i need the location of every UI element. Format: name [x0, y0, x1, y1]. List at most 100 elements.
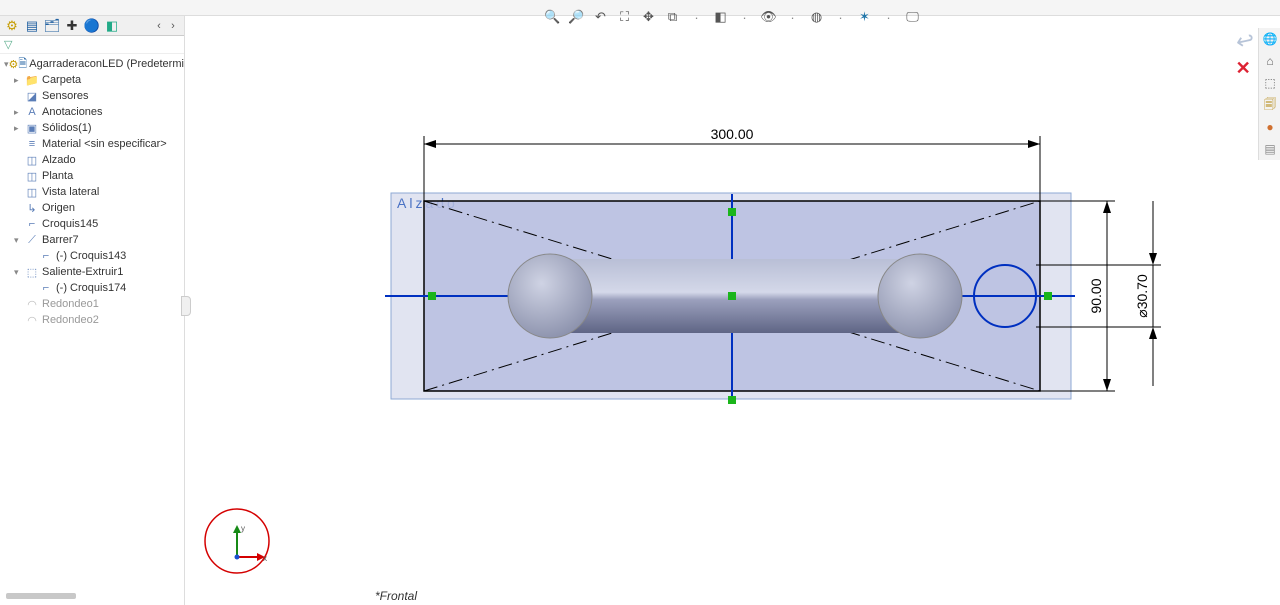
feature-icon: ◫ — [24, 170, 40, 183]
tree-item[interactable]: ⌐(-) Croquis143 — [0, 248, 184, 264]
tree-item-label: Croquis145 — [40, 218, 98, 230]
swept-endcap-left — [508, 254, 592, 338]
hide-show-icon[interactable]: 👁 — [760, 8, 778, 26]
feature-icon: A — [24, 106, 40, 118]
tree-item[interactable]: ◫Vista lateral — [0, 184, 184, 200]
tree-item[interactable]: ▸📁Carpeta — [0, 72, 184, 88]
feature-icon: ⬚ — [24, 266, 40, 279]
box-icon[interactable]: ⬚ — [1261, 74, 1279, 92]
tree-root[interactable]: ▾ ⚙ 🗎 AgarraderaconLED (Predeterminado — [0, 56, 184, 72]
chevron-icon[interactable]: ▾ — [14, 235, 24, 246]
feature-icon: ▣ — [24, 122, 40, 135]
view-triad[interactable]: y x — [203, 507, 271, 575]
tree-item-label: Saliente-Extruir1 — [40, 266, 123, 278]
dynamic-zoom-icon[interactable]: ✥ — [640, 8, 658, 26]
feature-icon: ≡ — [24, 138, 40, 150]
dimxpert-tab-icon[interactable]: ✚ — [64, 18, 80, 34]
tree-item[interactable]: ↳Origen — [0, 200, 184, 216]
tree-item[interactable]: ◫Planta — [0, 168, 184, 184]
apply-scene-icon[interactable]: ✶ — [856, 8, 874, 26]
feature-icon: 📁 — [24, 74, 40, 87]
edit-appearance-icon[interactable]: ◍ — [808, 8, 826, 26]
tree-root-label: AgarraderaconLED (Predeterminado — [27, 58, 184, 70]
tree-item-label: (-) Croquis143 — [54, 250, 126, 262]
chevron-icon[interactable]: ▾ — [14, 267, 24, 278]
feature-tree-panel: ⚙ ▤ 🗂 ✚ 🔵 ◧ ‹ › ▽ ▾ ⚙ 🗎 AgarraderaconLED… — [0, 16, 185, 605]
sphere-icon[interactable]: ● — [1261, 118, 1279, 136]
home-icon[interactable]: ⌂ — [1261, 52, 1279, 70]
chevron-icon[interactable]: ▸ — [14, 75, 24, 86]
handle-right[interactable] — [1044, 292, 1052, 300]
view-settings-icon[interactable]: 🖵 — [904, 8, 922, 26]
status-view-name: *Frontal — [375, 589, 417, 603]
splitter-handle[interactable] — [181, 296, 191, 316]
tree-item[interactable]: ◠Redondeo2 — [0, 312, 184, 328]
dimension-width[interactable]: 300.00 — [424, 126, 1040, 201]
tree-item-label: Sensores — [40, 90, 88, 102]
feature-icon: ⟋ — [24, 234, 40, 247]
tree-item[interactable]: ◪Sensores — [0, 88, 184, 104]
config-manager-tab-icon[interactable]: 🗂 — [44, 18, 60, 34]
accept-sketch-icon[interactable]: ↩ — [1233, 26, 1256, 55]
feature-tree: ▾ ⚙ 🗎 AgarraderaconLED (Predeterminado ▸… — [0, 54, 184, 605]
tree-item-label: Sólidos(1) — [40, 122, 92, 134]
tree-item-label: Planta — [40, 170, 73, 182]
feature-icon: ⌐ — [38, 282, 54, 294]
tree-item[interactable]: ◫Alzado — [0, 152, 184, 168]
task-pane: 🌐 ⌂ ⬚ 🗐 ● ▤ — [1258, 28, 1280, 160]
tree-item-label: Material <sin especificar> — [40, 138, 167, 150]
view-orientation-icon[interactable]: ⧉ — [664, 8, 682, 26]
chevron-icon[interactable]: ▸ — [14, 123, 24, 134]
clipboard-icon[interactable]: 🗐 — [1261, 96, 1279, 114]
tree-item[interactable]: ▸▣Sólidos(1) — [0, 120, 184, 136]
chevron-icon[interactable]: ▸ — [14, 107, 24, 118]
property-manager-tab-icon[interactable]: ▤ — [24, 18, 40, 34]
tabs-next-icon[interactable]: › — [166, 20, 180, 32]
zoom-fit-icon[interactable]: 🔍 — [544, 8, 562, 26]
tree-item-label: Carpeta — [40, 74, 81, 86]
feature-icon: ⌐ — [24, 218, 40, 230]
view-toolbar: 🔍 🔎 ↶ ⛶ ✥ ⧉ · ◧ · 👁 · ◍ · ✶ · 🖵 — [544, 8, 922, 26]
tree-item-label: Alzado — [40, 154, 76, 166]
h-scrollbar[interactable] — [6, 593, 76, 599]
model-view: Alzado — [185, 16, 1280, 605]
handle-bottom[interactable] — [728, 396, 736, 404]
previous-view-icon[interactable]: ↶ — [592, 8, 610, 26]
panel-icon[interactable]: ▤ — [1261, 140, 1279, 158]
graphics-canvas[interactable]: 🔍 🔎 ↶ ⛶ ✥ ⧉ · ◧ · 👁 · ◍ · ✶ · 🖵 ↩ ✕ 🌐 ⌂ … — [185, 16, 1280, 605]
world-icon[interactable]: 🌐 — [1261, 30, 1279, 48]
feature-manager-tab-icon[interactable]: ⚙ — [4, 18, 20, 34]
doc-icon: 🗎 — [18, 55, 27, 74]
filter-row[interactable]: ▽ — [0, 36, 184, 54]
tree-item[interactable]: ⌐(-) Croquis174 — [0, 280, 184, 296]
tree-item[interactable]: ▾⟋Barrer7 — [0, 232, 184, 248]
display-manager-tab-icon[interactable]: 🔵 — [84, 18, 100, 34]
handle-left[interactable] — [428, 292, 436, 300]
tree-item[interactable]: ◠Redondeo1 — [0, 296, 184, 312]
tabs-prev-icon[interactable]: ‹ — [152, 20, 166, 32]
tree-item[interactable]: ≡Material <sin especificar> — [0, 136, 184, 152]
feature-icon: ◫ — [24, 186, 40, 199]
triad-y-label: y — [241, 524, 245, 533]
tree-item[interactable]: ▸AAnotaciones — [0, 104, 184, 120]
zoom-area-icon[interactable]: 🔎 — [568, 8, 586, 26]
display-style-icon[interactable]: ◧ — [712, 8, 730, 26]
tree-item-label: Redondeo2 — [40, 314, 99, 326]
appearance-tab-icon[interactable]: ◧ — [104, 18, 120, 34]
section-view-icon[interactable]: ⛶ — [616, 8, 634, 26]
tree-item-label: Origen — [40, 202, 75, 214]
tree-item-label: Redondeo1 — [40, 298, 99, 310]
handle-top[interactable] — [728, 208, 736, 216]
swept-endcap-right — [878, 254, 962, 338]
dim-dia-value: ⌀30.70 — [1134, 274, 1150, 318]
feature-icon: ◠ — [24, 298, 40, 311]
feature-icon: ◠ — [24, 314, 40, 327]
part-icon: ⚙ — [9, 58, 19, 71]
tree-item[interactable]: ⌐Croquis145 — [0, 216, 184, 232]
panel-tab-strip: ⚙ ▤ 🗂 ✚ 🔵 ◧ ‹ › — [0, 16, 184, 36]
feature-icon: ◪ — [24, 90, 40, 103]
handle-center[interactable] — [728, 292, 736, 300]
cancel-sketch-icon[interactable]: ✕ — [1236, 58, 1254, 79]
tree-item[interactable]: ▾⬚Saliente-Extruir1 — [0, 264, 184, 280]
tree-item-label: Anotaciones — [40, 106, 103, 118]
